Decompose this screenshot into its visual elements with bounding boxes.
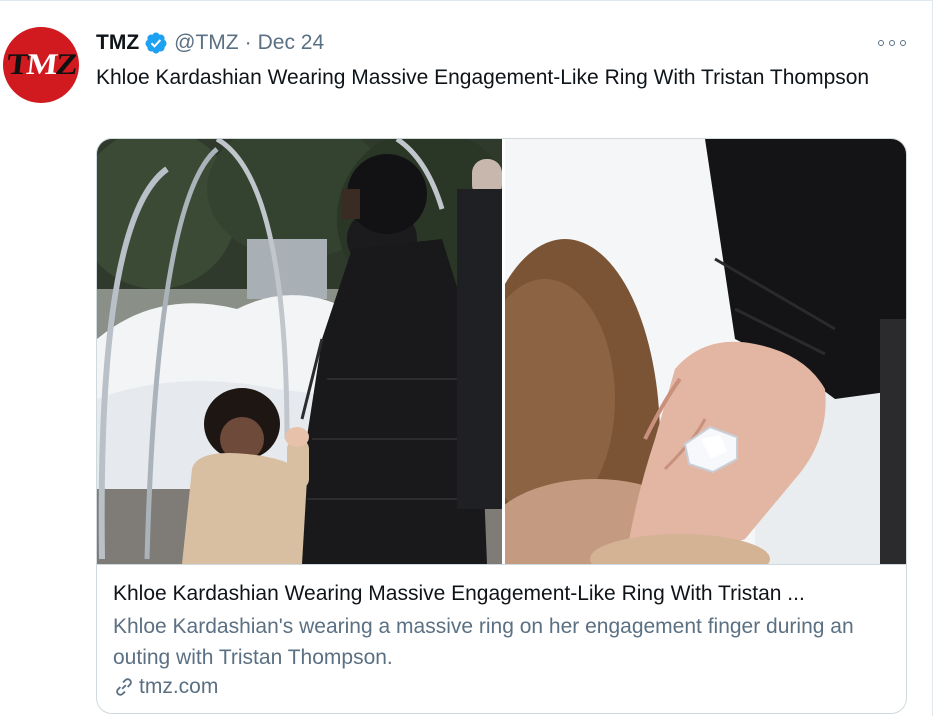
tweet-container[interactable]: TMZ TMZ @TMZ · Dec 24 Khloe Kardashian W… — [0, 0, 933, 716]
card-meta[interactable]: Khloe Kardashian Wearing Massive Engagem… — [97, 564, 906, 713]
tweet-header: TMZ @TMZ · Dec 24 — [96, 29, 324, 57]
more-options-icon[interactable] — [878, 33, 906, 53]
card-images[interactable] — [97, 139, 906, 564]
avatar[interactable]: TMZ — [3, 27, 79, 103]
card-description: Khloe Kardashian's wearing a massive rin… — [113, 615, 854, 669]
separator-dot: · — [244, 31, 252, 54]
author-handle[interactable]: @TMZ — [174, 31, 238, 55]
tweet-date[interactable]: Dec 24 — [258, 31, 325, 55]
card-photo-street-scene[interactable] — [97, 139, 502, 564]
card-photo-ring-closeup[interactable] — [505, 139, 906, 564]
tweet-text: Khloe Kardashian Wearing Massive Engagem… — [96, 66, 870, 89]
card-title[interactable]: Khloe Kardashian Wearing Massive Engagem… — [113, 579, 893, 609]
card-domain[interactable]: tmz.com — [113, 675, 892, 699]
link-card[interactable]: Khloe Kardashian Wearing Massive Engagem… — [96, 138, 907, 714]
link-icon — [113, 676, 135, 698]
card-domain-text[interactable]: tmz.com — [139, 675, 218, 699]
author-name[interactable]: TMZ — [96, 31, 139, 55]
tmz-logo: TMZ — [4, 48, 78, 81]
verified-badge-icon — [144, 31, 168, 55]
